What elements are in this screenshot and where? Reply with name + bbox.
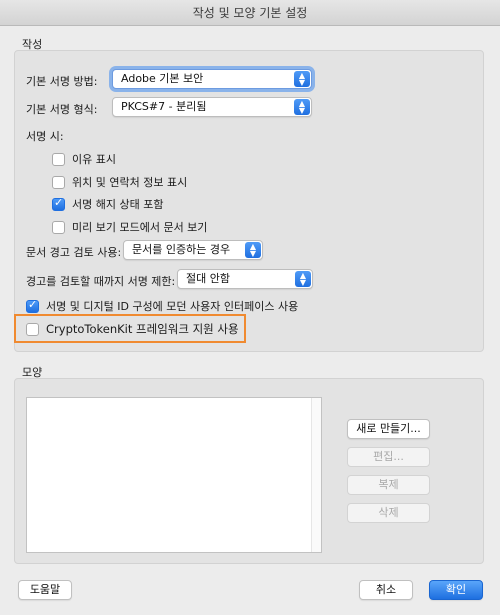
signing-format-label: 기본 서명 형식:	[26, 103, 98, 116]
preview-mode-checkbox[interactable]	[52, 220, 65, 234]
show-location-checkbox[interactable]	[52, 175, 65, 189]
include-revocation-option[interactable]: 서명 해지 상태 포함	[52, 196, 163, 212]
updown-arrows-icon: ▲ ▼	[295, 271, 311, 287]
prevent-signing-value: 절대 안함	[186, 272, 230, 285]
modern-ui-checkbox[interactable]	[26, 298, 39, 313]
updown-arrows-icon: ▲ ▼	[294, 99, 310, 115]
signing-format-select[interactable]: PKCS#7 - 분리됨 ▲ ▼	[112, 97, 312, 117]
modern-ui-label: 서명 및 디지털 ID 구성에 모던 사용자 인터페이스 사용	[46, 300, 299, 313]
prevent-signing-select[interactable]: 절대 안함 ▲ ▼	[177, 269, 313, 289]
ok-button[interactable]: 확인	[429, 580, 483, 600]
edit-appearance-button[interactable]: 편집...	[347, 447, 430, 467]
show-reasons-checkbox[interactable]	[52, 152, 65, 166]
review-warnings-value: 문서를 인증하는 경우	[132, 243, 231, 256]
cryptotokenkit-checkbox[interactable]	[26, 322, 39, 336]
updown-arrows-icon: ▲ ▼	[294, 71, 310, 87]
new-appearance-button[interactable]: 새로 만들기...	[347, 419, 430, 439]
show-reasons-label: 이유 표시	[72, 153, 116, 166]
review-warnings-label: 문서 경고 검토 사용:	[26, 246, 122, 259]
signing-method-label: 기본 서명 방법:	[26, 75, 98, 88]
show-location-label: 위치 및 연락처 정보 표시	[72, 176, 188, 189]
signing-format-value: PKCS#7 - 분리됨	[121, 100, 207, 113]
cryptotokenkit-option[interactable]: CryptoTokenKit 프레임워크 지원 사용	[26, 321, 239, 337]
preview-mode-label: 미리 보기 모드에서 문서 보기	[72, 221, 208, 234]
show-location-option[interactable]: 위치 및 연락처 정보 표시	[52, 174, 187, 190]
appearance-list[interactable]	[26, 397, 322, 553]
help-button[interactable]: 도움말	[18, 580, 72, 600]
include-revocation-label: 서명 해지 상태 포함	[72, 198, 164, 211]
prevent-signing-label: 경고를 검토할 때까지 서명 제한:	[26, 275, 176, 288]
include-revocation-checkbox[interactable]	[52, 196, 65, 211]
when-signing-label: 서명 시:	[26, 130, 64, 143]
preview-mode-option[interactable]: 미리 보기 모드에서 문서 보기	[52, 219, 207, 235]
delete-appearance-button[interactable]: 삭제	[347, 503, 430, 523]
cancel-button[interactable]: 취소	[359, 580, 413, 600]
signing-method-select[interactable]: Adobe 기본 보안 ▲ ▼	[112, 69, 312, 89]
show-reasons-option[interactable]: 이유 표시	[52, 151, 116, 167]
cryptotokenkit-label: CryptoTokenKit 프레임워크 지원 사용	[46, 322, 239, 336]
updown-arrows-icon: ▲ ▼	[245, 242, 261, 258]
appearance-list-scrollbar[interactable]	[311, 398, 321, 552]
signing-method-value: Adobe 기본 보안	[121, 72, 204, 85]
review-warnings-select[interactable]: 문서를 인증하는 경우 ▲ ▼	[123, 240, 263, 260]
duplicate-appearance-button[interactable]: 복제	[347, 475, 430, 495]
window-title: 작성 및 모양 기본 설정	[0, 0, 500, 26]
modern-ui-option[interactable]: 서명 및 디지털 ID 구성에 모던 사용자 인터페이스 사용	[26, 298, 298, 314]
